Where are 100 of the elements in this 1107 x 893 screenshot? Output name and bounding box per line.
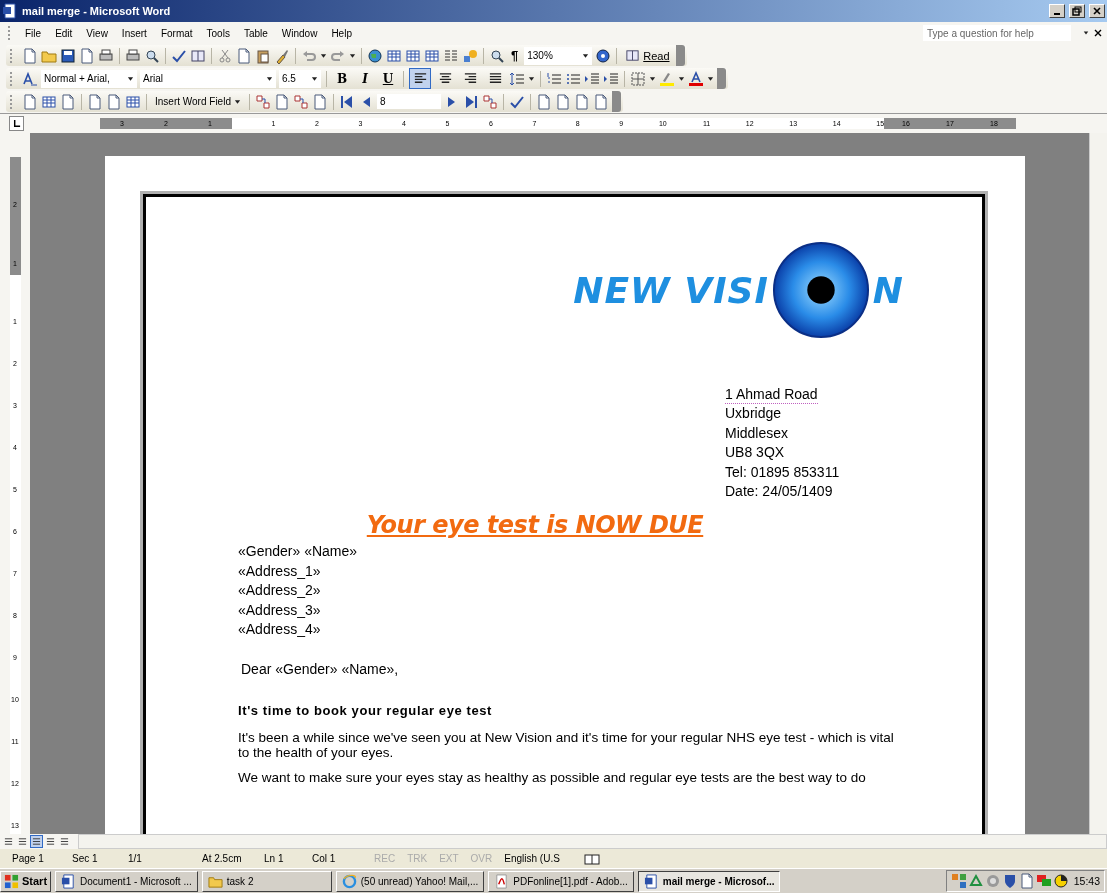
menu-item[interactable]: View <box>80 25 114 41</box>
address-line: UB8 3QX <box>725 443 785 463</box>
styles-icon[interactable] <box>22 70 38 87</box>
close-icon[interactable] <box>1093 27 1103 39</box>
show-formatting-button[interactable]: ¶ <box>508 46 522 65</box>
eye-icon <box>771 241 870 339</box>
help-search-field[interactable]: Type a question for help <box>923 25 1071 41</box>
font-size-dropdown[interactable]: 6.5 <box>279 69 321 88</box>
view-button[interactable] <box>30 835 43 848</box>
page-icon[interactable] <box>22 47 38 64</box>
menu-item[interactable]: Format <box>154 25 199 41</box>
page-icon[interactable] <box>236 47 252 64</box>
menu-item[interactable]: Edit <box>49 25 79 41</box>
table-icon[interactable] <box>405 47 421 64</box>
page-icon[interactable] <box>60 93 76 110</box>
scissors-icon[interactable] <box>217 47 233 64</box>
font-dropdown[interactable]: Arial <box>140 69 276 88</box>
format-button[interactable]: U <box>378 69 398 88</box>
address-line: 1 Ahmad Road <box>725 385 818 404</box>
merge-icon[interactable] <box>481 93 498 110</box>
taskbar-button[interactable]: (50 unread) Yahoo! Mail,... <box>335 870 485 892</box>
menu-item[interactable]: Table <box>237 25 274 41</box>
border-icon[interactable] <box>630 70 646 87</box>
magnifier-icon[interactable] <box>144 47 160 64</box>
page-icon[interactable] <box>535 93 552 110</box>
menu-item[interactable]: Insert <box>115 25 153 41</box>
squares-icon[interactable] <box>950 873 967 889</box>
taskbar-button[interactable]: task 2 <box>201 870 332 892</box>
printer-icon[interactable] <box>125 47 141 64</box>
horizontal-scrollbar[interactable] <box>78 834 1107 849</box>
indent-icon[interactable] <box>584 70 600 87</box>
globe-icon[interactable] <box>367 47 383 64</box>
page-icon[interactable] <box>311 93 328 110</box>
insert-word-field-button[interactable]: Insert Word Field <box>152 92 244 111</box>
align-button[interactable] <box>409 68 431 89</box>
menu-item[interactable]: Tools <box>200 25 236 41</box>
document-icon <box>61 873 77 889</box>
page-icon[interactable] <box>573 93 590 110</box>
align-left-icon <box>412 71 428 86</box>
menu-item[interactable]: Window <box>275 25 324 41</box>
triangle-icon[interactable] <box>967 873 984 889</box>
restore-button[interactable] <box>1069 4 1085 18</box>
table-icon[interactable] <box>386 47 402 64</box>
tab-stop-icon <box>12 119 21 128</box>
style-dropdown[interactable]: Normal + Arial, <box>41 69 137 88</box>
book-icon[interactable] <box>190 47 206 64</box>
columns-icon[interactable] <box>443 47 459 64</box>
tab-selector-button[interactable] <box>9 116 24 131</box>
taskbar-button[interactable]: mail merge - Microsof... <box>637 870 781 892</box>
read-button[interactable]: Read <box>622 46 673 65</box>
minimize-button[interactable] <box>1049 4 1065 18</box>
zoom-dropdown[interactable]: 130% <box>524 46 593 65</box>
record-number-field[interactable]: 8 <box>376 94 441 109</box>
line-spacing-icon[interactable] <box>509 70 525 87</box>
indent-icon[interactable] <box>603 70 619 87</box>
page-icon[interactable] <box>22 93 38 110</box>
format-button[interactable]: I <box>355 69 375 88</box>
close-button[interactable] <box>1089 4 1105 18</box>
page-icon[interactable] <box>1018 873 1035 889</box>
brush-icon[interactable] <box>274 47 290 64</box>
toolbar-options-button[interactable] <box>611 91 621 112</box>
clipboard-icon[interactable] <box>255 47 271 64</box>
page-icon[interactable] <box>554 93 571 110</box>
font-color-icon[interactable] <box>688 70 704 87</box>
printer-icon[interactable] <box>98 47 114 64</box>
lines-icon <box>60 837 69 846</box>
help-icon[interactable] <box>595 47 612 64</box>
view-button[interactable] <box>2 835 15 848</box>
page-icon[interactable] <box>79 47 95 64</box>
view-button[interactable] <box>44 835 57 848</box>
table-icon[interactable] <box>424 47 440 64</box>
merge-field-line: «Address_4» <box>238 620 321 640</box>
taskbar-button[interactable]: Document1 - Microsoft ... <box>55 870 198 892</box>
start-button[interactable]: Start <box>0 870 52 892</box>
view-button[interactable] <box>16 835 29 848</box>
pie-icon[interactable] <box>1052 873 1069 889</box>
status-item: Page 1 <box>11 853 45 864</box>
merge-icon[interactable] <box>254 93 271 110</box>
table-icon[interactable] <box>41 93 57 110</box>
page-icon[interactable] <box>106 93 122 110</box>
lines-icon <box>32 837 41 846</box>
menu-item[interactable]: File <box>19 25 48 41</box>
page-icon[interactable] <box>592 93 609 110</box>
first-record-icon[interactable] <box>338 93 355 110</box>
merge-icon[interactable] <box>292 93 309 110</box>
browser-icon <box>341 873 357 889</box>
numbered-list-icon[interactable] <box>546 70 562 87</box>
menu-item[interactable]: Help <box>325 25 358 41</box>
close-icon <box>1092 6 1102 16</box>
taskbar-button[interactable]: PDFonline[1].pdf - Adob... <box>488 870 634 892</box>
magnifier-icon[interactable] <box>489 47 505 64</box>
table-icon[interactable] <box>125 93 141 110</box>
headline: Your eye test is NOW DUE <box>366 509 704 540</box>
format-button[interactable]: B <box>332 69 352 88</box>
toolbar-options-button[interactable] <box>675 45 685 66</box>
view-button[interactable] <box>58 835 71 848</box>
shapes-icon[interactable] <box>462 47 478 64</box>
vertical-scrollbar[interactable] <box>1089 133 1107 834</box>
page-icon[interactable] <box>273 93 290 110</box>
page-icon[interactable] <box>87 93 103 110</box>
